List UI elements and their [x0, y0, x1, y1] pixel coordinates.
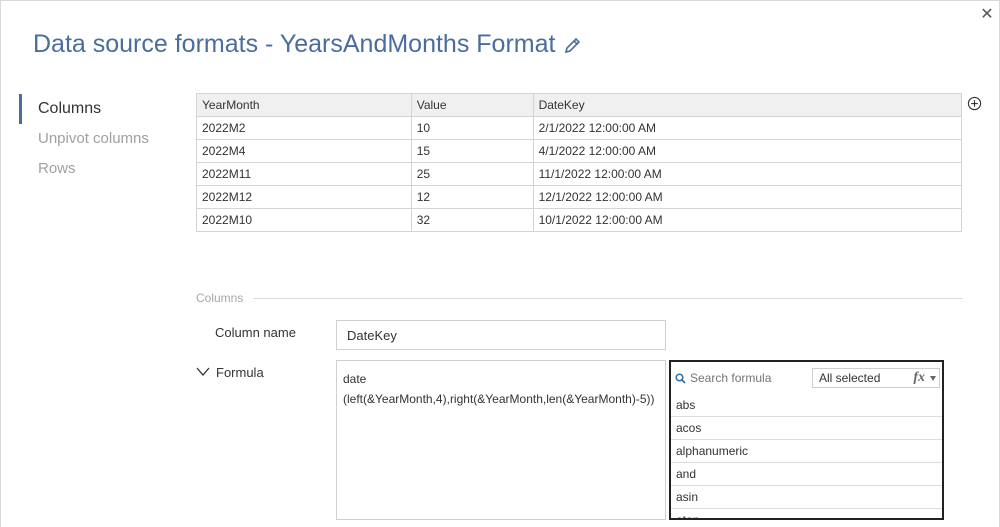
column-name-input[interactable] [336, 320, 666, 350]
formula-search-input[interactable] [686, 370, 798, 386]
table-row: 2022M10 32 10/1/2022 12:00:00 AM [196, 208, 963, 232]
column-name-label: Column name [215, 325, 296, 340]
formula-category-value: All selected [819, 371, 881, 385]
list-item[interactable]: and [671, 463, 942, 486]
table-cell: 11/1/2022 12:00:00 AM [532, 162, 963, 186]
formula-function-panel: All selected fx abs acos alphanumeric an… [669, 360, 944, 520]
table-cell: 12 [410, 185, 534, 209]
formula-editor[interactable]: date (left(&YearMonth,4),right(&YearMont… [336, 360, 666, 520]
list-item[interactable]: abs [671, 394, 942, 417]
data-preview-table: YearMonth Value DateKey 2022M2 10 2/1/20… [196, 93, 963, 232]
formula-search [675, 368, 807, 388]
chevron-down-icon[interactable] [196, 366, 210, 378]
table-header-row: YearMonth Value DateKey [196, 93, 963, 117]
table-cell: 4/1/2022 12:00:00 AM [532, 139, 963, 163]
search-icon [675, 372, 686, 384]
columns-section-divider: Columns [196, 291, 963, 307]
formula-category-select[interactable]: All selected fx [812, 368, 940, 388]
divider-line [196, 298, 963, 299]
page-title-text: Data source formats - YearsAndMonths For… [33, 30, 556, 58]
table-row: 2022M4 15 4/1/2022 12:00:00 AM [196, 139, 963, 163]
side-navigation: Columns Unpivot columns Rows [19, 94, 169, 184]
table-cell: 32 [410, 208, 534, 232]
page-title: Data source formats - YearsAndMonths For… [33, 30, 583, 59]
table-cell: 2022M2 [196, 116, 412, 140]
table-row: 2022M12 12 12/1/2022 12:00:00 AM [196, 185, 963, 209]
column-header-datekey[interactable]: DateKey [532, 93, 963, 117]
table-row: 2022M2 10 2/1/2022 12:00:00 AM [196, 116, 963, 140]
close-icon[interactable]: ✕ [978, 6, 996, 24]
section-label: Columns [196, 291, 254, 305]
nav-item-rows[interactable]: Rows [19, 154, 169, 184]
function-list: abs acos alphanumeric and asin atan [671, 394, 942, 518]
caret-down-icon [930, 376, 936, 381]
table-cell: 25 [410, 162, 534, 186]
list-item[interactable]: asin [671, 486, 942, 509]
pencil-icon[interactable] [563, 35, 583, 55]
table-cell: 2022M10 [196, 208, 412, 232]
table-cell: 10 [410, 116, 534, 140]
nav-item-columns[interactable]: Columns [19, 94, 169, 124]
list-item[interactable]: alphanumeric [671, 440, 942, 463]
table-cell: 2022M11 [196, 162, 412, 186]
list-item[interactable]: atan [671, 509, 942, 518]
table-cell: 2022M4 [196, 139, 412, 163]
fx-icon: fx [913, 370, 925, 385]
column-header-yearmonth[interactable]: YearMonth [196, 93, 412, 117]
column-header-value[interactable]: Value [410, 93, 534, 117]
table-cell: 12/1/2022 12:00:00 AM [532, 185, 963, 209]
nav-item-unpivot-columns[interactable]: Unpivot columns [19, 124, 169, 154]
table-cell: 10/1/2022 12:00:00 AM [532, 208, 963, 232]
plus-circle-icon[interactable] [967, 96, 982, 111]
table-cell: 2022M12 [196, 185, 412, 209]
table-cell: 2/1/2022 12:00:00 AM [532, 116, 963, 140]
table-row: 2022M11 25 11/1/2022 12:00:00 AM [196, 162, 963, 186]
list-item[interactable]: acos [671, 417, 942, 440]
formula-label: Formula [216, 365, 264, 380]
table-cell: 15 [410, 139, 534, 163]
